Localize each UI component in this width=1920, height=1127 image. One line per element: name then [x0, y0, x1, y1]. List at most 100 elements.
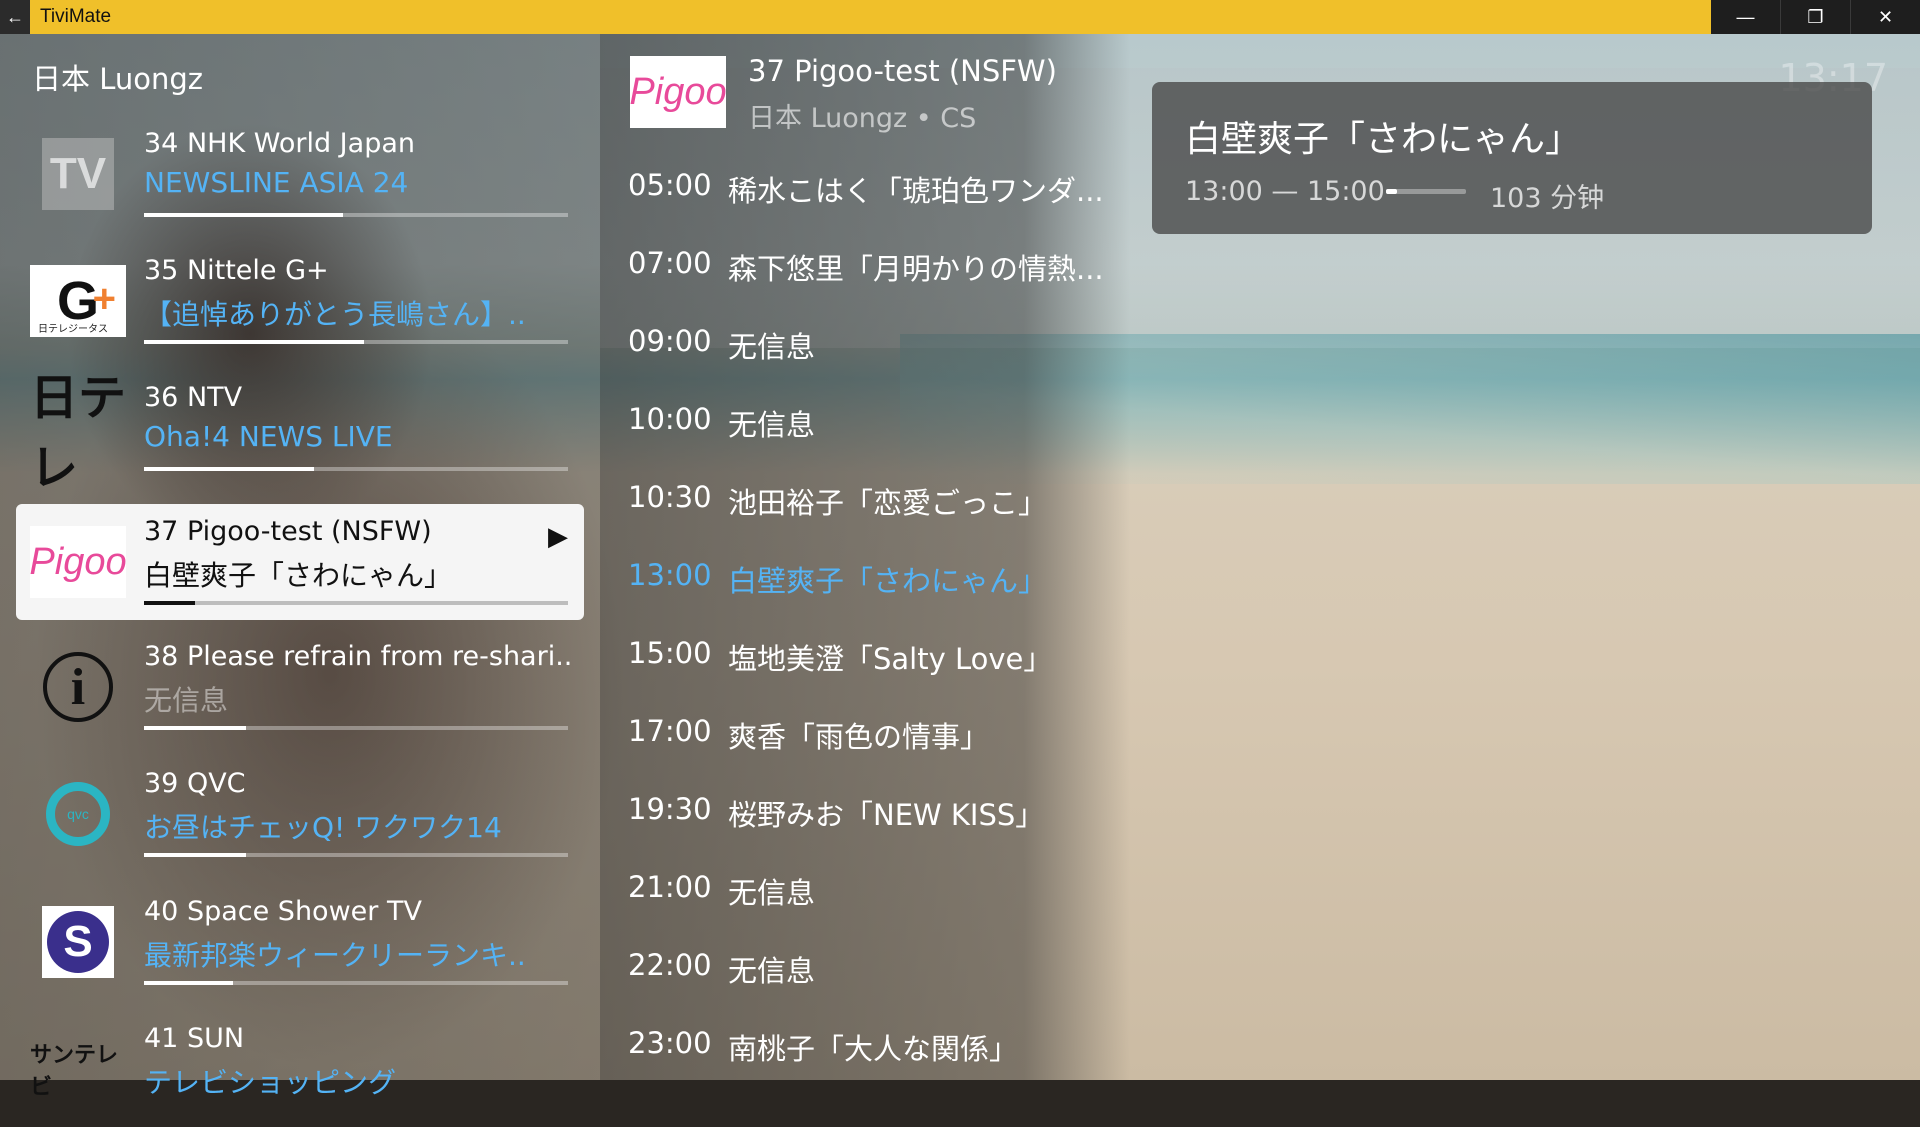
channel-logo: i — [30, 651, 126, 723]
channel-name: 34 NHK World Japan — [144, 128, 415, 159]
channel-program: 【追悼ありがとう長嶋さん】.. — [144, 298, 526, 331]
progress-fill — [144, 467, 314, 471]
epg-event-row[interactable]: 17:00 爽香「雨色の情事」 — [628, 714, 1104, 792]
play-icon[interactable]: ▶ — [548, 522, 568, 552]
epg-event-list: 05:00 稀水こはく「琥珀色ワンダ... 07:00 森下悠里「月明かりの情熱...… — [628, 168, 1104, 1104]
channel-item-38[interactable]: i 38 Please refrain from re-shari.. 无信息 — [16, 629, 584, 745]
channel-name: 36 NTV — [144, 382, 243, 413]
program-progress — [144, 981, 568, 985]
channel-group-title: 日本 Luongz — [32, 62, 203, 96]
program-progress — [144, 853, 568, 857]
program-duration: 103 分钟 — [1490, 183, 1605, 214]
space-shower-logo-icon: S — [42, 906, 114, 978]
event-time: 19:30 — [628, 792, 712, 826]
channel-logo: サンテレビ — [30, 1033, 126, 1105]
close-button[interactable]: ✕ — [1850, 0, 1920, 34]
event-time: 23:00 — [628, 1026, 712, 1060]
channel-item-39[interactable]: qvc 39 QVC お昼はチェッQ! ワクワク14 — [16, 756, 584, 872]
channel-program: Oha!4 NEWS LIVE — [144, 420, 393, 453]
event-title: 无信息 — [728, 330, 816, 364]
channel-item-35[interactable]: G + 日テレジータス 35 Nittele G+ 【追悼ありがとう長嶋さん】.… — [16, 243, 584, 359]
window-controls: — ❐ ✕ — [1711, 0, 1920, 34]
program-title: 白壁爽子「さわにゃん」 — [1185, 119, 1582, 160]
event-time: 09:00 — [628, 324, 712, 358]
program-progress — [144, 340, 568, 344]
channel-name: 38 Please refrain from re-shari.. — [144, 641, 573, 672]
event-title: 无信息 — [728, 954, 816, 988]
channel-program: 无信息 — [144, 684, 229, 717]
channel-item-40[interactable]: S 40 Space Shower TV 最新邦楽ウィークリーランキ.. — [16, 884, 584, 1000]
window-title: TiviMate — [40, 6, 112, 27]
qvc-logo-icon: qvc — [46, 782, 110, 846]
channel-item-34[interactable]: TV 34 NHK World Japan NEWSLINE ASIA 24 — [16, 116, 584, 232]
epg-event-row[interactable]: 07:00 森下悠里「月明かりの情熱... — [628, 246, 1104, 324]
channel-program: テレビショッピング — [144, 1066, 397, 1099]
event-time: 13:00 — [628, 558, 712, 592]
epg-channel-subtitle: 日本 Luongz • CS — [748, 103, 977, 134]
back-arrow-icon[interactable]: ← — [0, 0, 30, 34]
program-progress — [1386, 189, 1466, 194]
epg-event-row[interactable]: 10:30 池田裕子「恋愛ごっこ」 — [628, 480, 1104, 558]
pigoo-logo-icon: Pigoo — [629, 56, 727, 128]
epg-panel: Pigoo 37 Pigoo-test (NSFW) 日本 Luongz • C… — [600, 34, 1130, 1080]
nittele-g-logo-icon: G + 日テレジータス — [30, 265, 126, 337]
channel-program: お昼はチェッQ! ワクワク14 — [144, 811, 502, 844]
progress-fill — [144, 213, 344, 217]
epg-event-row[interactable]: 13:00 白壁爽子「さわにゃん」 — [628, 558, 1104, 636]
event-time: 17:00 — [628, 714, 712, 748]
channel-sidebar: 日本 Luongz TV 34 NHK World Japan NEWSLINE… — [0, 34, 600, 1099]
logo-subtext: 日テレジータス — [38, 324, 108, 335]
channel-item-41[interactable]: サンテレビ 41 SUN テレビショッピング — [16, 1011, 584, 1127]
progress-fill — [144, 981, 234, 985]
sun-tv-logo-icon: サンテレビ — [30, 1042, 119, 1099]
event-title: 森下悠里「月明かりの情熱... — [728, 252, 1104, 286]
epg-event-row[interactable]: 19:30 桜野みお「NEW KISS」 — [628, 792, 1104, 870]
pigoo-logo-icon: Pigoo — [29, 526, 127, 598]
epg-event-row[interactable]: 22:00 无信息 — [628, 948, 1104, 1026]
channel-name: 41 SUN — [144, 1023, 245, 1054]
progress-fill — [144, 340, 365, 344]
epg-event-row[interactable]: 10:00 无信息 — [628, 402, 1104, 480]
program-progress — [144, 467, 568, 471]
channel-item-36[interactable]: 日テレ 36 NTV Oha!4 NEWS LIVE — [16, 370, 584, 495]
event-time: 15:00 — [628, 636, 712, 670]
epg-event-row[interactable]: 15:00 塩地美澄「Salty Love」 — [628, 636, 1104, 714]
info-logo-icon: i — [43, 652, 113, 722]
channel-program: 白壁爽子「さわにゃん」 — [144, 559, 453, 592]
progress-fill — [144, 853, 246, 857]
progress-fill — [144, 726, 246, 730]
channel-name: 35 Nittele G+ — [144, 255, 329, 286]
channel-logo: TV — [30, 138, 126, 210]
logo-letter: S — [47, 911, 109, 973]
channel-program: 最新邦楽ウィークリーランキ.. — [144, 939, 526, 972]
channel-item-37-selected[interactable]: Pigoo 37 Pigoo-test (NSFW) ▶ 白壁爽子「さわにゃん」 — [16, 504, 584, 620]
ntv-logo-icon: 日テレ — [30, 372, 127, 495]
channel-logo: S — [30, 906, 126, 978]
progress-fill — [1386, 189, 1398, 194]
event-title: 无信息 — [728, 408, 816, 442]
program-info-card: 白壁爽子「さわにゃん」 13:00 — 15:00 103 分钟 — [1152, 82, 1872, 234]
channel-logo: Pigoo — [29, 526, 127, 598]
minimize-button[interactable]: — — [1711, 0, 1780, 34]
event-title: 桜野みお「NEW KISS」 — [728, 798, 1045, 832]
program-time: 13:00 — 15:00 — [1185, 176, 1385, 207]
epg-event-row[interactable]: 23:00 南桃子「大人な関係」 — [628, 1026, 1104, 1104]
channel-name: 37 Pigoo-test (NSFW) — [144, 516, 432, 547]
channel-logo: G + 日テレジータス — [30, 265, 126, 337]
epg-channel-logo: Pigoo — [629, 56, 727, 128]
event-title: 稀水こはく「琥珀色ワンダ... — [728, 174, 1104, 208]
event-title: 塩地美澄「Salty Love」 — [728, 642, 1053, 676]
event-title: 无信息 — [728, 876, 816, 910]
event-time: 05:00 — [628, 168, 712, 202]
title-bar: ← TiviMate — ❐ ✕ — [0, 0, 1920, 34]
epg-channel-title: 37 Pigoo-test (NSFW) — [748, 54, 1057, 88]
program-progress — [144, 213, 568, 217]
epg-event-row[interactable]: 09:00 无信息 — [628, 324, 1104, 402]
restore-button[interactable]: ❐ — [1780, 0, 1850, 34]
channel-logo: qvc — [30, 778, 126, 850]
event-title: 南桃子「大人な関係」 — [728, 1032, 1019, 1066]
event-time: 10:30 — [628, 480, 712, 514]
epg-event-row[interactable]: 05:00 稀水こはく「琥珀色ワンダ... — [628, 168, 1104, 246]
epg-event-row[interactable]: 21:00 无信息 — [628, 870, 1104, 948]
program-progress — [144, 726, 568, 730]
